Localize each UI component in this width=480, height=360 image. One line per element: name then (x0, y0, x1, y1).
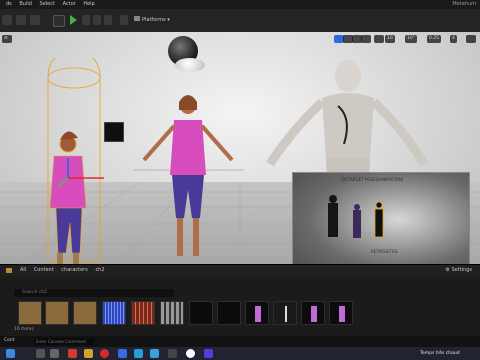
asset-mesh[interactable] (329, 301, 353, 325)
viewport-menu-button[interactable]: ≡ (2, 35, 12, 43)
content-add-icon[interactable] (30, 15, 40, 25)
play-icon[interactable] (70, 15, 77, 25)
menu-bar: ds Build Select Actor Help Metahum (0, 0, 480, 9)
maximize-viewport-icon[interactable] (466, 35, 476, 43)
grid-snap-value[interactable]: 10 (385, 35, 395, 43)
asset-folder[interactable] (73, 301, 97, 325)
viewport-toolbar: ≡ 10 10° 0.25 4 (0, 32, 480, 46)
asset-physics[interactable] (301, 301, 325, 325)
task-view-icon[interactable] (50, 349, 59, 358)
browser-icon[interactable] (100, 349, 109, 358)
pause-icon[interactable] (82, 15, 90, 25)
reference-sphere-white[interactable] (175, 58, 205, 72)
app-icon[interactable] (168, 349, 177, 358)
preview-caption: RETARGETED (371, 249, 398, 254)
character-b[interactable] (134, 90, 244, 264)
camera-speed-value[interactable]: 4 (450, 35, 457, 43)
settings-label: Settings (451, 267, 472, 273)
breadcrumb-characters[interactable]: characters (61, 267, 88, 273)
asset-texture[interactable] (160, 301, 184, 325)
explorer-icon[interactable] (84, 349, 93, 358)
platforms-icon (134, 16, 140, 21)
content-drawer-button[interactable]: Cont (4, 338, 15, 343)
unreal-engine-icon[interactable] (186, 349, 195, 358)
search-icon[interactable] (36, 349, 45, 358)
platforms-dropdown[interactable]: Platforms ▾ (134, 15, 170, 25)
app-icon[interactable] (118, 349, 127, 358)
preview-title: (RETARGET POSES/ANIMATION) (341, 177, 404, 182)
menu-item-help[interactable]: Help (83, 0, 94, 9)
blueprint-icon[interactable] (53, 15, 65, 27)
preview-figures (328, 195, 384, 238)
retarget-preview-panel[interactable]: (RETARGET POSES/ANIMATION) RETARGETED (292, 172, 470, 264)
world-space-icon[interactable] (374, 35, 384, 43)
item-count: 16 items (14, 327, 34, 332)
main-toolbar: Platforms ▾ (0, 9, 480, 33)
save-icon[interactable] (2, 15, 12, 25)
selected-character[interactable] (24, 58, 124, 264)
content-search-input[interactable]: Search ch2 (14, 289, 174, 297)
light-actor-icon[interactable] (104, 122, 124, 142)
menu-item-select[interactable]: Select (40, 0, 55, 9)
stop-icon[interactable] (93, 15, 101, 25)
asset-animation[interactable] (102, 301, 126, 325)
settings-button[interactable]: ⚙ Settings (445, 265, 472, 276)
asset-black[interactable] (217, 301, 241, 325)
menu-item-window[interactable]: ds (6, 0, 12, 9)
breadcrumb-content[interactable]: Content (34, 267, 54, 273)
weather-notification[interactable]: Temps très chaud (420, 347, 460, 360)
breadcrumb-ch2[interactable]: ch2 (95, 267, 104, 273)
console-input[interactable]: Enter Console Command (34, 338, 94, 345)
app-icon[interactable] (150, 349, 159, 358)
project-title: Metahum (452, 1, 476, 7)
settings-icon[interactable] (120, 15, 128, 25)
rotation-snap-value[interactable]: 10° (405, 35, 417, 43)
asset-skeleton[interactable] (273, 301, 297, 325)
folder-icon (6, 268, 12, 273)
asset-texture[interactable] (131, 301, 155, 325)
menu-item-build[interactable]: Build (19, 0, 32, 9)
asset-skeletal-mesh[interactable] (245, 301, 269, 325)
mode-select-icon[interactable] (16, 15, 26, 25)
status-bar: Cont Enter Console Command (0, 336, 480, 347)
app-icon[interactable] (204, 349, 213, 358)
scale-snap-value[interactable]: 0.25 (427, 35, 442, 43)
eject-icon[interactable] (104, 15, 112, 25)
os-taskbar: Temps très chaud (0, 347, 480, 360)
app-icon[interactable] (134, 349, 143, 358)
scale-tool-button[interactable] (361, 35, 371, 43)
platforms-label: Platforms (142, 17, 166, 23)
asset-black[interactable] (189, 301, 213, 325)
menu-item-actor[interactable]: Actor (63, 0, 76, 9)
content-browser: All Content characters ch2 ⚙ Settings Se… (0, 264, 480, 337)
breadcrumb: All Content characters ch2 (20, 265, 111, 276)
app-icon[interactable] (68, 349, 77, 358)
content-browser-header: All Content characters ch2 ⚙ Settings (0, 265, 480, 276)
breadcrumb-all[interactable]: All (20, 267, 26, 273)
asset-folder[interactable] (45, 301, 69, 325)
asset-folder[interactable] (18, 301, 42, 325)
level-viewport[interactable]: ≡ 10 10° 0.25 4 (RETARGET POSES/ANIMATIO… (0, 32, 480, 264)
start-icon[interactable] (6, 349, 15, 358)
